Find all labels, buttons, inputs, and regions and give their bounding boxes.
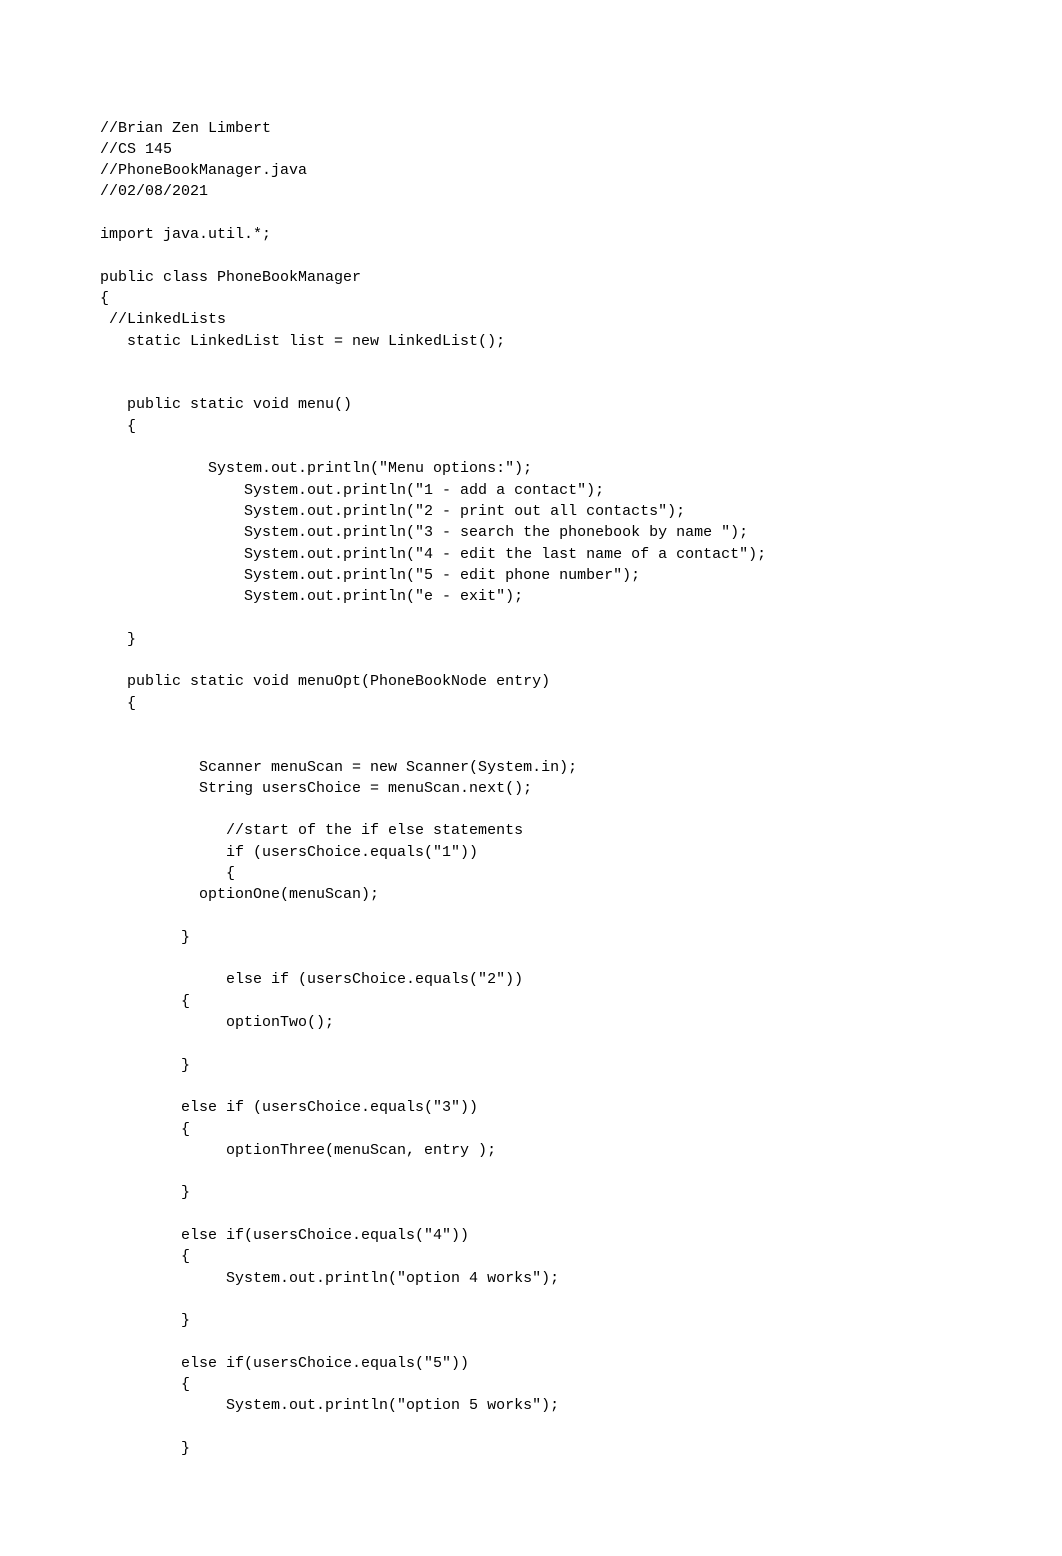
code-block: //Brian Zen Limbert //CS 145 //PhoneBook… bbox=[100, 118, 967, 1460]
code-document: //Brian Zen Limbert //CS 145 //PhoneBook… bbox=[0, 0, 1062, 1556]
